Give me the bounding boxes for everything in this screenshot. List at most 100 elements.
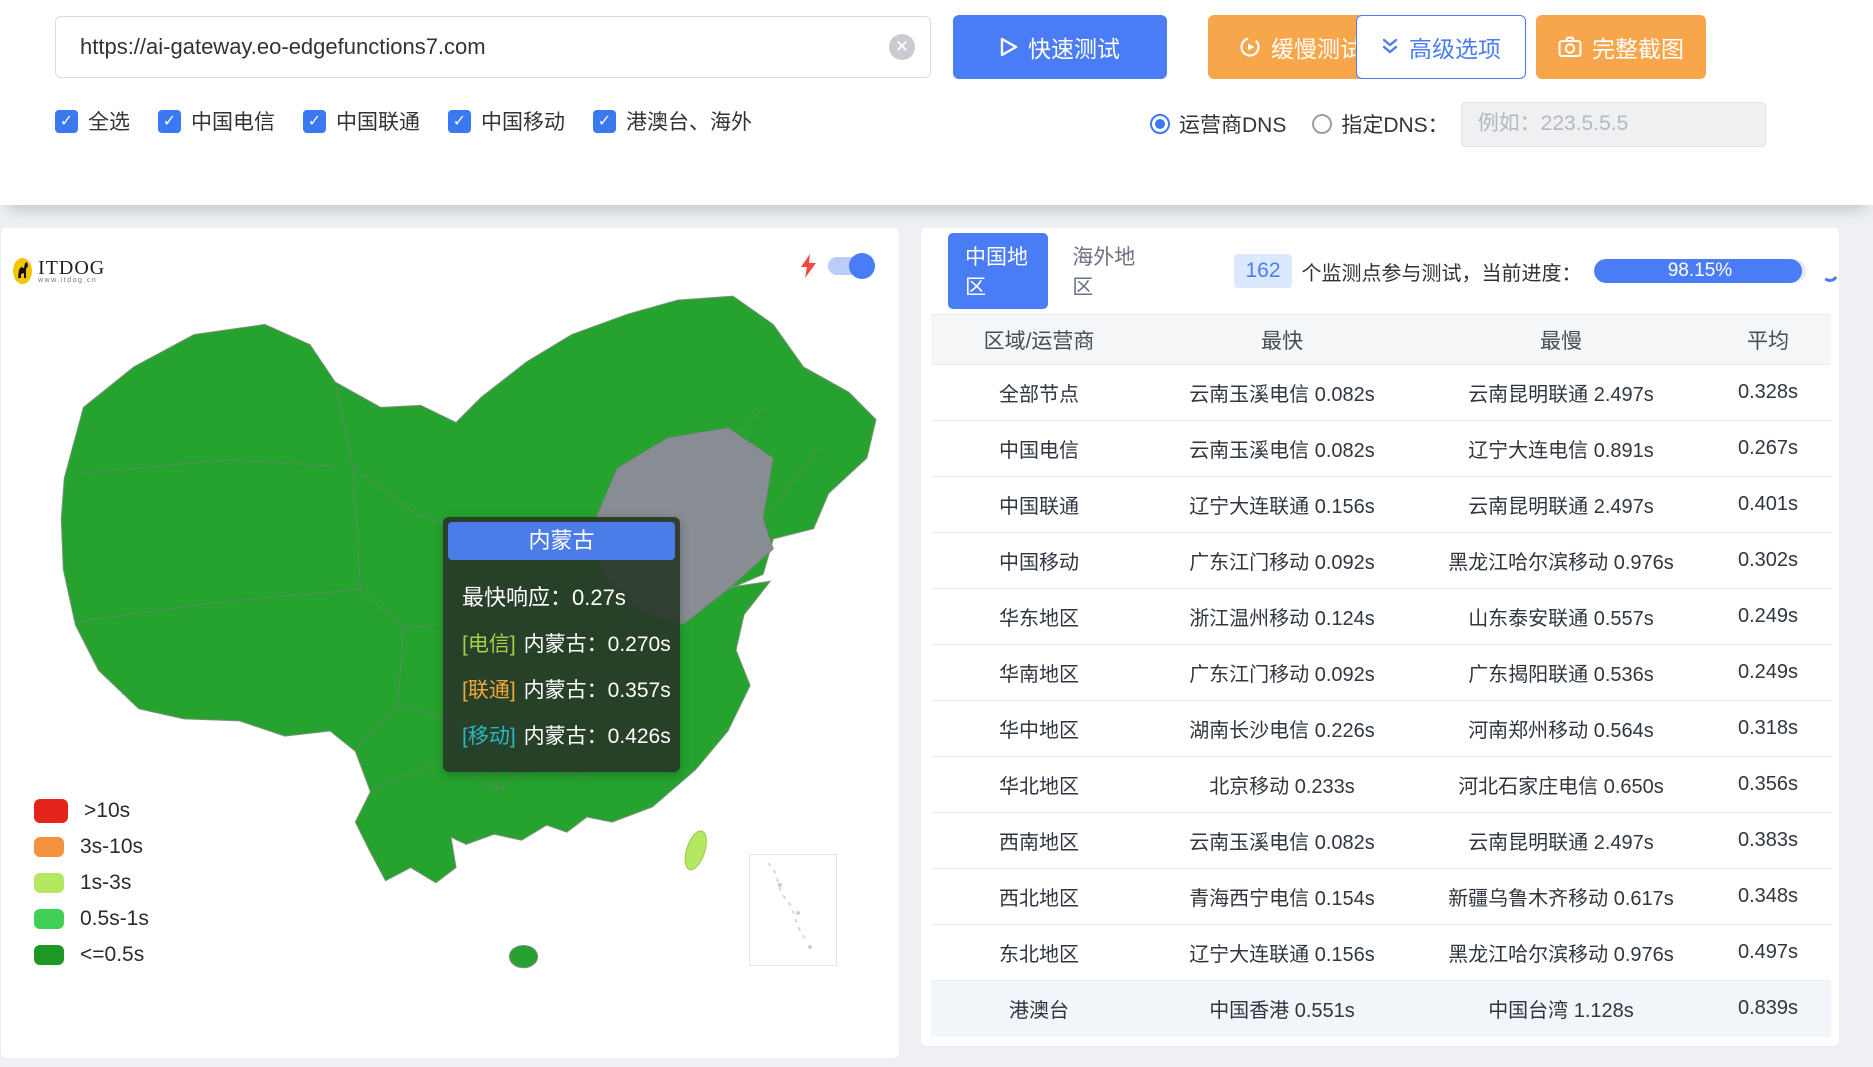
cell-average: 0.328s: [1705, 365, 1831, 421]
isp-checkbox[interactable]: ✓ 港澳台、海外: [593, 106, 752, 136]
quick-test-label: 快速测试: [1028, 30, 1120, 64]
cell-region: 华中地区: [931, 701, 1147, 757]
mobile-value: 内蒙古：0.426s: [524, 720, 671, 750]
legend-item: 3s-10s: [34, 836, 149, 858]
legend-swatch-red: [34, 799, 68, 823]
tab-overseas-region[interactable]: 海外地区: [1072, 233, 1138, 309]
tooltip-unicom-row: [联通] 内蒙古：0.357s: [462, 674, 675, 704]
cell-fastest: 青海西宁电信 0.154s: [1147, 869, 1417, 925]
quick-test-button[interactable]: 快速测试: [953, 15, 1167, 79]
result-row: 西南地区 云南玉溪电信 0.082s 云南昆明联通 2.497s 0.383s: [931, 813, 1831, 869]
isp-checkbox[interactable]: ✓ 中国移动: [448, 106, 565, 136]
cell-slowest: 河南郑州移动 0.564s: [1417, 701, 1705, 757]
result-row: 全部节点 云南玉溪电信 0.082s 云南昆明联通 2.497s 0.328s: [931, 365, 1831, 421]
cell-average: 0.356s: [1705, 757, 1831, 813]
full-screenshot-label: 完整截图: [1592, 30, 1684, 64]
cell-region: 华南地区: [931, 645, 1147, 701]
isp-checkbox-row: ✓ 全选 ✓ 中国电信 ✓ 中国联通 ✓ 中国移动: [55, 106, 752, 136]
cell-slowest: 黑龙江哈尔滨移动 0.976s: [1417, 533, 1705, 589]
result-row: 东北地区 辽宁大连联通 0.156s 黑龙江哈尔滨移动 0.976s 0.497…: [931, 925, 1831, 981]
cell-region: 华东地区: [931, 589, 1147, 645]
slow-test-label: 缓慢测试: [1271, 30, 1363, 64]
cell-fastest: 湖南长沙电信 0.226s: [1147, 701, 1417, 757]
cell-fastest: 云南玉溪电信 0.082s: [1147, 813, 1417, 869]
url-input[interactable]: [55, 16, 931, 78]
result-row: 西北地区 青海西宁电信 0.154s 新疆乌鲁木齐移动 0.617s 0.348…: [931, 869, 1831, 925]
custom-dns-input[interactable]: [1461, 102, 1766, 147]
result-row: 华中地区 湖南长沙电信 0.226s 河南郑州移动 0.564s 0.318s: [931, 701, 1831, 757]
province-tooltip: 内蒙古 最快响应：0.27s [电信] 内蒙古：0.270s [联通] 内蒙古：…: [443, 517, 680, 772]
checkbox-label: 全选: [88, 106, 130, 136]
cell-slowest: 新疆乌鲁木齐移动 0.617s: [1417, 869, 1705, 925]
play-icon: [1000, 37, 1018, 57]
column-region-isp: 区域/运营商: [931, 315, 1147, 365]
cell-average: 0.318s: [1705, 701, 1831, 757]
checkbox-checked-icon[interactable]: ✓: [158, 110, 181, 133]
result-row: 中国电信 云南玉溪电信 0.082s 辽宁大连电信 0.891s 0.267s: [931, 421, 1831, 477]
checkbox-label: 中国移动: [481, 106, 565, 136]
isp-checkbox[interactable]: ✓ 中国联通: [303, 106, 420, 136]
result-row: 华北地区 北京移动 0.233s 河北石家庄电信 0.650s 0.356s: [931, 757, 1831, 813]
cell-average: 0.302s: [1705, 533, 1831, 589]
legend-item: 0.5s-1s: [34, 908, 149, 930]
legend-swatch-darkgreen: [34, 945, 64, 965]
checkbox-checked-icon[interactable]: ✓: [448, 110, 471, 133]
cell-average: 0.249s: [1705, 589, 1831, 645]
province-hainan[interactable]: [509, 945, 537, 967]
cell-average: 0.267s: [1705, 421, 1831, 477]
legend-item: >10s: [34, 800, 149, 822]
legend-item: <=0.5s: [34, 944, 149, 966]
cell-average: 0.249s: [1705, 645, 1831, 701]
checkbox-checked-icon[interactable]: ✓: [593, 110, 616, 133]
tab-china-region[interactable]: 中国地区: [948, 233, 1048, 309]
itdog-dog-icon: [13, 258, 32, 284]
custom-dns-radio[interactable]: [1312, 114, 1332, 134]
isp-checkbox[interactable]: ✓ 全选: [55, 106, 130, 136]
logo-title: ITDOG: [38, 259, 105, 277]
legend-swatch-lightgreen: [34, 873, 64, 893]
monitor-count-badge: 162: [1234, 254, 1291, 288]
cell-slowest: 云南昆明联通 2.497s: [1417, 477, 1705, 533]
cell-region: 华北地区: [931, 757, 1147, 813]
clear-url-icon[interactable]: ✕: [889, 34, 915, 60]
cell-slowest: 辽宁大连电信 0.891s: [1417, 421, 1705, 477]
results-header: 中国地区 海外地区 162 个监测点参与测试，当前进度： 98.15%: [921, 228, 1839, 314]
speed-dial-icon: [1239, 36, 1261, 58]
cell-region: 中国联通: [931, 477, 1147, 533]
results-table-header-row: 区域/运营商 最快 最慢 平均: [931, 315, 1831, 365]
province-taiwan[interactable]: [681, 828, 711, 872]
result-row: 华东地区 浙江温州移动 0.124s 山东泰安联通 0.557s 0.249s: [931, 589, 1831, 645]
cell-average: 0.401s: [1705, 477, 1831, 533]
carrier-dns-label: 运营商DNS: [1179, 109, 1286, 139]
result-row: 中国联通 辽宁大连联通 0.156s 云南昆明联通 2.497s 0.401s: [931, 477, 1831, 533]
telecom-value: 内蒙古：0.270s: [524, 628, 671, 658]
speed-view-toggle[interactable]: [828, 257, 872, 275]
cell-fastest: 北京移动 0.233s: [1147, 757, 1417, 813]
cell-fastest: 中国香港 0.551s: [1147, 981, 1417, 1037]
toggle-knob[interactable]: [849, 253, 875, 279]
cell-region: 全部节点: [931, 365, 1147, 421]
cell-slowest: 黑龙江哈尔滨移动 0.976s: [1417, 925, 1705, 981]
checkbox-checked-icon[interactable]: ✓: [303, 110, 326, 133]
full-screenshot-button[interactable]: 完整截图: [1536, 15, 1706, 79]
mobile-tag: [移动]: [462, 720, 516, 750]
tooltip-title: 内蒙古: [448, 522, 675, 560]
checkbox-label: 中国电信: [191, 106, 275, 136]
itdog-test-page: ✕ 快速测试 缓慢测试 高级选项: [0, 0, 1873, 1067]
cell-slowest: 中国台湾 1.128s: [1417, 981, 1705, 1037]
itdog-logo: ITDOG www.itdog.cn: [13, 258, 105, 284]
advanced-options-label: 高级选项: [1409, 30, 1501, 64]
unicom-tag: [联通]: [462, 674, 516, 704]
camera-icon: [1558, 36, 1582, 58]
isp-checkbox[interactable]: ✓ 中国电信: [158, 106, 275, 136]
cell-region: 港澳台: [931, 981, 1147, 1037]
legend-swatch-green: [34, 909, 64, 929]
cell-fastest: 云南玉溪电信 0.082s: [1147, 421, 1417, 477]
checkbox-label: 港澳台、海外: [626, 106, 752, 136]
results-table: 区域/运营商 最快 最慢 平均 全部节点 云南玉溪电信 0.082s 云南昆明联…: [931, 314, 1831, 1037]
advanced-options-button[interactable]: 高级选项: [1356, 15, 1526, 79]
cell-region: 西南地区: [931, 813, 1147, 869]
carrier-dns-radio[interactable]: [1150, 114, 1170, 134]
checkbox-checked-icon[interactable]: ✓: [55, 110, 78, 133]
progress-percentage: 98.15%: [1594, 259, 1807, 283]
